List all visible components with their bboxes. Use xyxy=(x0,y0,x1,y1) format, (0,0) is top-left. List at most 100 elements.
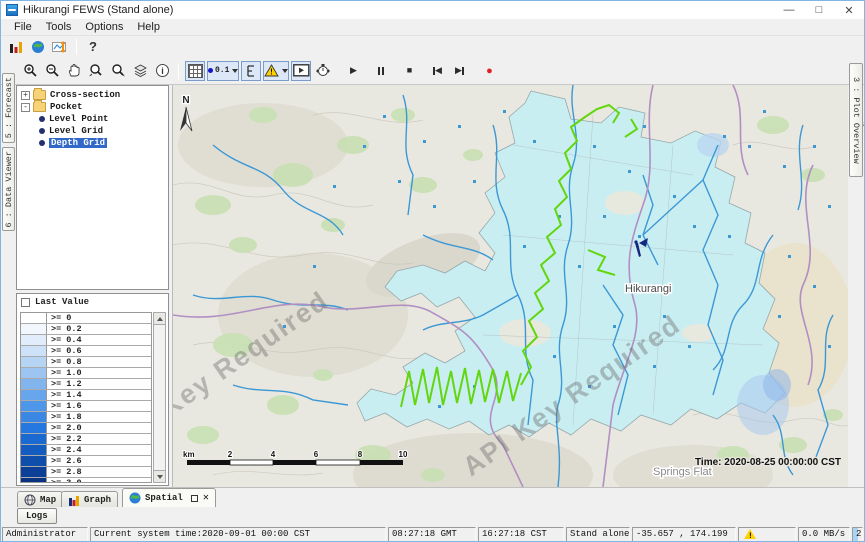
legend-scrollbar[interactable] xyxy=(153,312,166,483)
expand-icon[interactable]: + xyxy=(21,91,30,100)
animation-button[interactable] xyxy=(291,61,311,81)
display-tab-bar: Map Graph Spatial ✕ xyxy=(1,487,864,507)
warning-dropdown[interactable]: ! xyxy=(263,61,289,81)
svg-text:km: km xyxy=(183,450,195,459)
legend-row-label: >= 1.6 xyxy=(47,401,151,411)
stop-button[interactable]: ■ xyxy=(399,61,419,81)
legend-swatch xyxy=(21,434,47,444)
zoom-in-icon[interactable] xyxy=(20,61,40,81)
database-icon[interactable] xyxy=(6,37,26,57)
interval-dropdown[interactable]: 0.1 xyxy=(207,61,239,81)
tree-node-pocket[interactable]: - Pocket xyxy=(17,101,168,113)
tab-spatial[interactable]: Spatial ✕ xyxy=(122,488,216,508)
data-viewer-panel: + Cross-section - Pocket Level Point Lev… xyxy=(15,85,170,487)
interval-dot-icon xyxy=(208,68,213,73)
warning-icon: ! xyxy=(264,64,279,77)
svg-text:N: N xyxy=(182,95,189,106)
menu-options[interactable]: Options xyxy=(78,20,130,34)
tree-node-label: Level Point xyxy=(49,114,108,124)
profile-button[interactable] xyxy=(241,61,261,81)
folder-icon xyxy=(33,102,46,112)
chevron-down-icon xyxy=(282,69,288,73)
info-icon[interactable]: i xyxy=(152,61,172,81)
last-value-checkbox[interactable] xyxy=(21,298,30,307)
status-local-time: 16:27:18 CST xyxy=(478,527,564,542)
legend-row-label: >= 0.2 xyxy=(47,324,151,334)
menu-help[interactable]: Help xyxy=(130,20,167,34)
spatial-display-icon[interactable] xyxy=(50,37,70,57)
legend-row-label: >= 2.0 xyxy=(47,423,151,433)
tree-node-label: Pocket xyxy=(50,102,82,112)
app-icon xyxy=(6,4,18,16)
help-button[interactable]: ? xyxy=(83,37,103,57)
map-viewport[interactable]: API Key Required API Key Required N km 2… xyxy=(172,85,847,487)
menu-file[interactable]: File xyxy=(7,20,39,34)
legend-row-label: >= 1.4 xyxy=(47,390,151,400)
scroll-up-icon[interactable] xyxy=(154,313,165,325)
legend-row-label: >= 1.0 xyxy=(47,368,151,378)
play-button[interactable]: ▶ xyxy=(343,61,363,81)
tree-node-level-grid[interactable]: Level Grid xyxy=(17,125,168,137)
status-coordinates: -35.657 , 174.199 xyxy=(632,527,736,542)
tab-map[interactable]: Map xyxy=(17,491,63,508)
svg-text:i: i xyxy=(161,66,164,76)
legend-panel: Last Value >= 0>= 0.2>= 0.4>= 0.6>= 0.8>… xyxy=(16,293,169,486)
legend-row: >= 1.8 xyxy=(21,412,151,423)
legend-row: >= 0.4 xyxy=(21,335,151,346)
tree-node-depth-grid[interactable]: Depth Grid xyxy=(17,137,168,149)
close-button[interactable]: ✕ xyxy=(834,1,864,19)
maximize-button[interactable]: □ xyxy=(804,1,834,19)
minimize-button[interactable]: — xyxy=(774,1,804,19)
step-forward-button[interactable]: ▶ xyxy=(449,61,469,81)
pause-button[interactable] xyxy=(371,61,391,81)
zoom-previous-icon[interactable] xyxy=(86,61,106,81)
legend-swatch xyxy=(21,335,47,345)
tree-node-level-point[interactable]: Level Point xyxy=(17,113,168,125)
bullet-icon xyxy=(39,128,45,134)
tab-plot-overview[interactable]: 3 : Plot Overview xyxy=(849,63,863,177)
menu-bar: File Tools Options Help xyxy=(1,19,864,36)
town-label: Hikurangi xyxy=(625,283,671,295)
layers-icon[interactable] xyxy=(130,61,150,81)
scroll-down-icon[interactable] xyxy=(154,470,165,482)
maximize-panel-icon[interactable] xyxy=(191,495,198,502)
close-panel-icon[interactable]: ✕ xyxy=(203,492,209,504)
grid-toggle-button[interactable] xyxy=(185,61,205,81)
help-icon: ? xyxy=(89,39,97,54)
menu-tools[interactable]: Tools xyxy=(39,20,79,34)
legend-swatch xyxy=(21,313,47,323)
collapse-icon[interactable]: - xyxy=(21,103,30,112)
status-user: Administrator xyxy=(2,527,88,542)
globe-icon[interactable] xyxy=(28,37,48,57)
legend-row: >= 3.0 xyxy=(21,478,151,483)
legend-rows: >= 0>= 0.2>= 0.4>= 0.6>= 0.8>= 1.0>= 1.2… xyxy=(20,312,152,483)
record-button[interactable]: ● xyxy=(479,61,499,81)
layer-tree: + Cross-section - Pocket Level Point Lev… xyxy=(16,85,169,290)
tree-node-label-selected: Depth Grid xyxy=(49,138,107,148)
legend-swatch xyxy=(21,456,47,466)
legend-row: >= 1.4 xyxy=(21,390,151,401)
legend-row-label: >= 0.6 xyxy=(47,346,151,356)
legend-row-label: >= 1.8 xyxy=(47,412,151,422)
zoom-next-icon[interactable] xyxy=(108,61,128,81)
status-warning-cell[interactable] xyxy=(738,527,796,542)
chevron-down-icon xyxy=(232,69,238,73)
legend-swatch xyxy=(21,368,47,378)
step-back-button[interactable]: ◀ xyxy=(427,61,447,81)
legend-row-label: >= 2.6 xyxy=(47,456,151,466)
tab-data-viewer[interactable]: 6 : Data Viewer xyxy=(2,147,15,231)
zoom-out-icon[interactable] xyxy=(42,61,62,81)
status-bar: Administrator Current system time:2020-0… xyxy=(1,526,864,542)
svg-text:6: 6 xyxy=(314,450,319,459)
app-window: Hikurangi FEWS (Stand alone) — □ ✕ File … xyxy=(0,0,865,542)
timer-icon[interactable] xyxy=(313,61,333,81)
bullet-icon xyxy=(39,116,45,122)
legend-row: >= 2.0 xyxy=(21,423,151,434)
tab-forecast[interactable]: 5 : Forecast xyxy=(2,73,15,143)
legend-swatch xyxy=(21,324,47,334)
tab-graph[interactable]: Graph xyxy=(61,491,118,508)
bar-chart-icon xyxy=(68,494,80,506)
logs-button[interactable]: Logs xyxy=(17,508,57,524)
pan-hand-icon[interactable] xyxy=(64,61,84,81)
legend-swatch xyxy=(21,401,47,411)
